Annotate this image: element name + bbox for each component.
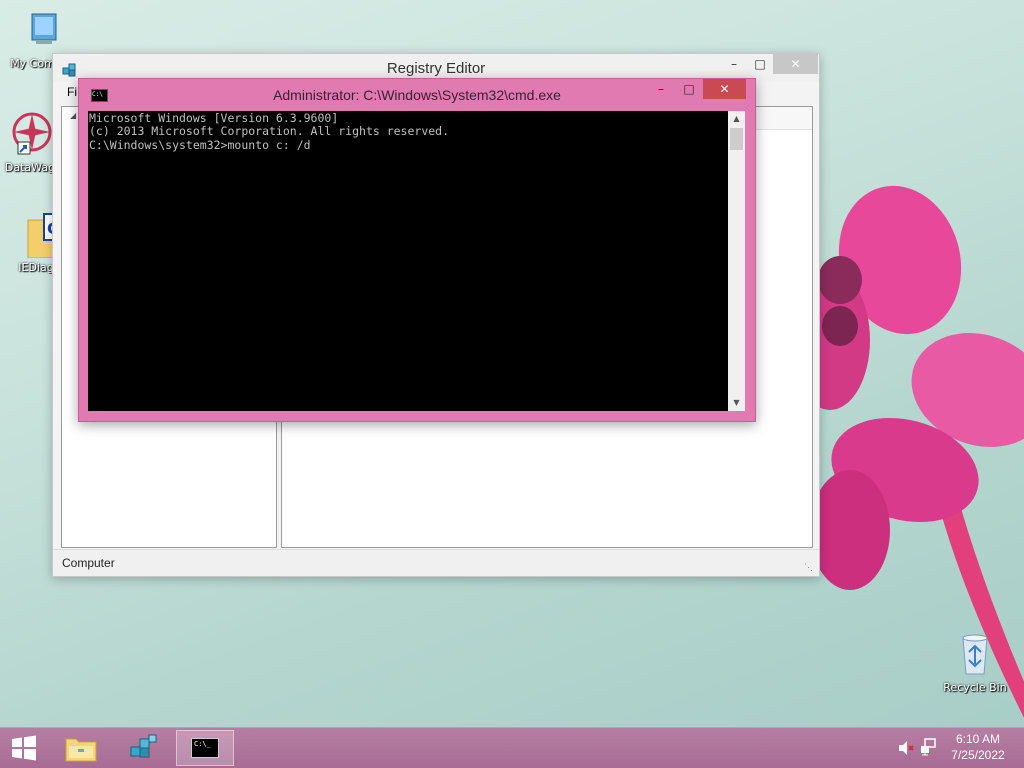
console-output[interactable]: Microsoft Windows [Version 6.3.9600] (c)… — [88, 111, 728, 411]
datawagon-icon — [12, 112, 52, 155]
status-bar: Computer ⋱ — [53, 549, 819, 576]
clock-date: 7/25/2022 — [951, 748, 1005, 762]
taskbar-command-prompt[interactable]: C:\_ — [176, 730, 234, 766]
minimize-button[interactable]: – — [721, 54, 747, 74]
console-line: Microsoft Windows [Version 6.3.9600] — [89, 111, 339, 125]
command-prompt-icon: C:\_ — [191, 738, 219, 758]
start-button[interactable] — [0, 730, 48, 766]
registry-editor-icon — [130, 734, 157, 758]
tree-expand-icon[interactable]: ◢ — [70, 111, 76, 120]
close-button[interactable]: ✕ — [773, 54, 818, 74]
scroll-down-icon[interactable]: ▼ — [728, 395, 745, 411]
console-prompt-line[interactable]: C:\Windows\system32>mounto c: /d — [88, 138, 728, 151]
maximize-button[interactable]: □ — [675, 79, 703, 99]
console-line: (c) 2013 Microsoft Corporation. All righ… — [89, 124, 450, 138]
scroll-up-icon[interactable]: ▲ — [728, 111, 745, 127]
volume-muted-icon[interactable] — [897, 740, 915, 756]
scroll-thumb[interactable] — [730, 128, 743, 150]
file-explorer-icon — [65, 738, 97, 762]
taskbar-registry-editor[interactable] — [114, 730, 172, 766]
close-button[interactable]: ✕ — [703, 79, 746, 99]
window-title: Registry Editor — [386, 60, 486, 77]
taskbar: C:\_ 6:10 AM 7/25/2022 — [0, 727, 1024, 768]
menu-file[interactable]: Fi — [67, 85, 77, 99]
tray-clock[interactable]: 6:10 AM 7/25/2022 — [946, 731, 1010, 763]
desktop-icon-recycle-bin[interactable]: Recycle Bin — [939, 630, 1011, 694]
minimize-button[interactable]: – — [647, 79, 675, 99]
network-icon[interactable] — [920, 738, 938, 756]
cmd-titlebar[interactable]: C:\ Administrator: C:\Windows\System32\c… — [79, 79, 755, 109]
vertical-scrollbar[interactable]: ▲ ▼ — [728, 111, 745, 411]
resize-grip-icon[interactable]: ⋱ — [804, 562, 813, 573]
taskbar-file-explorer[interactable] — [52, 730, 110, 766]
my-computer-icon — [31, 13, 57, 44]
status-text: Computer — [62, 556, 115, 570]
clock-time: 6:10 AM — [955, 732, 1001, 746]
maximize-button[interactable]: □ — [747, 54, 773, 74]
command-prompt-window[interactable]: C:\ Administrator: C:\Windows\System32\c… — [78, 78, 756, 422]
recycle-bin-icon — [962, 634, 988, 675]
windows-logo-icon — [12, 735, 36, 761]
desktop-icon-label: Recycle Bin — [943, 681, 1007, 694]
